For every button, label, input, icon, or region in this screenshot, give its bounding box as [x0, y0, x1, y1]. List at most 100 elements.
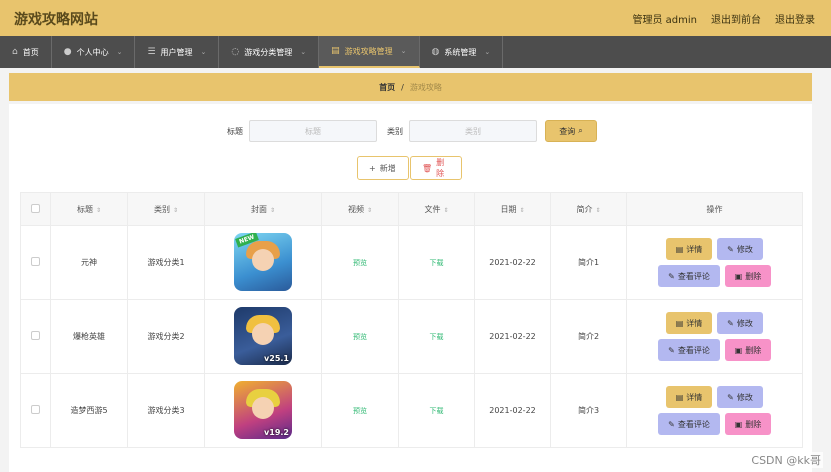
cell-video: 预览 [321, 299, 399, 374]
file-download-link[interactable]: 下载 [430, 407, 444, 415]
nav-item-personal-center[interactable]: ● 个人中心 ⌄ [52, 36, 136, 68]
col-ops: 操作 [626, 192, 803, 226]
col-file[interactable]: 文件 ⇕ [398, 192, 475, 226]
bulk-actions: + 新增 🗑 删除 [357, 156, 462, 180]
document-icon: ▤ [675, 318, 684, 328]
col-video[interactable]: 视频 ⇕ [321, 192, 399, 226]
pencil-icon: ✎ [727, 244, 734, 254]
cell-title: 爆枪英雄 [50, 299, 128, 374]
video-preview-link[interactable]: 预览 [353, 333, 367, 341]
sort-icon: ⇕ [519, 206, 525, 214]
document-icon: ▤ [675, 244, 684, 254]
delete-label: 删除 [745, 419, 762, 429]
file-download-link[interactable]: 下载 [430, 259, 444, 267]
logout-link[interactable]: 退出登录 [775, 11, 815, 26]
file-download-link[interactable]: 下载 [430, 333, 444, 341]
top-header: 游戏攻略网站 管理员 admin 退出到前台 退出登录 [0, 0, 831, 36]
row-checkbox[interactable] [31, 257, 40, 266]
sort-icon: ⇕ [95, 206, 102, 214]
back-to-front-link[interactable]: 退出到前台 [711, 11, 761, 26]
nav-item-label: 游戏分类管理 [244, 47, 293, 57]
nav-item-category-management[interactable]: ◌ 游戏分类管理 ⌄ [219, 36, 320, 68]
bulk-delete-button[interactable]: 🗑 删除 [410, 156, 462, 180]
pencil-icon: ✎ [727, 392, 734, 402]
col-cover[interactable]: 封面 ⇕ [204, 192, 322, 226]
col-date-label: 日期 [500, 204, 517, 214]
cell-file: 下载 [398, 373, 475, 448]
add-button[interactable]: + 新增 [357, 156, 409, 180]
nav-item-home[interactable]: ⌂ 首页 [0, 36, 52, 68]
row-checkbox[interactable] [31, 405, 40, 414]
detail-button[interactable]: ▤ 详情 [666, 312, 712, 334]
row-delete-button[interactable]: ▣ 删除 [725, 265, 771, 287]
sort-icon: ⇕ [595, 206, 601, 214]
edit-button[interactable]: ✎ 修改 [717, 386, 763, 408]
col-title[interactable]: 标题 ⇕ [50, 192, 128, 226]
col-intro[interactable]: 简介 ⇕ [550, 192, 627, 226]
row-select-cell [20, 225, 51, 300]
col-date[interactable]: 日期 ⇕ [474, 192, 551, 226]
cell-cover: NEW [204, 225, 322, 300]
view-comments-button[interactable]: ✎ 查看评论 [658, 413, 720, 435]
sort-icon: ⇕ [269, 206, 276, 214]
video-preview-link[interactable]: 预览 [353, 407, 367, 415]
comments-label: 查看评论 [677, 271, 710, 281]
query-button[interactable]: 查询 ⌕ [545, 120, 597, 142]
nav-item-user-management[interactable]: ☰ 用户管理 ⌄ [135, 36, 220, 68]
cover-version: v19.2 [264, 427, 289, 437]
col-category[interactable]: 类别 ⇕ [127, 192, 205, 226]
header-actions: 管理员 admin 退出到前台 退出登录 [632, 11, 815, 26]
nav-item-guide-management[interactable]: ▤ 游戏攻略管理 ⌄ [319, 36, 420, 68]
cell-file: 下载 [398, 299, 475, 374]
chevron-down-icon: ⌄ [116, 48, 123, 56]
detail-button[interactable]: ▤ 详情 [666, 238, 712, 260]
row-delete-button[interactable]: ▣ 删除 [725, 339, 771, 361]
edit-button[interactable]: ✎ 修改 [717, 312, 763, 334]
nav-item-label: 个人中心 [76, 47, 109, 57]
watermark: CSDN @kk哥 [749, 452, 823, 468]
globe-icon: ◍ [431, 47, 440, 57]
table-row: 造梦西游5 游戏分类3 v19.2 预览 下载 2021-02-22 简介3 ▤… [20, 373, 803, 448]
cell-title: 元神 [50, 225, 128, 300]
row-delete-button[interactable]: ▣ 删除 [725, 413, 771, 435]
nav-item-label: 首页 [22, 47, 39, 57]
comments-label: 查看评论 [677, 345, 710, 355]
breadcrumb-home[interactable]: 首页 [379, 82, 395, 93]
edit-button[interactable]: ✎ 修改 [717, 238, 763, 260]
col-intro-label: 简介 [576, 204, 593, 214]
row-select-cell [20, 373, 51, 448]
main-nav: ⌂ 首页 ● 个人中心 ⌄ ☰ 用户管理 ⌄ ◌ 游戏分类管理 ⌄ ▤ 游戏攻略… [0, 36, 831, 68]
row-checkbox[interactable] [31, 331, 40, 340]
detail-label: 详情 [686, 244, 703, 254]
pencil-icon: ✎ [727, 318, 734, 328]
lightbulb-icon: ◌ [231, 47, 240, 57]
cell-video: 预览 [321, 373, 399, 448]
view-comments-button[interactable]: ✎ 查看评论 [658, 265, 720, 287]
detail-button[interactable]: ▤ 详情 [666, 386, 712, 408]
video-preview-link[interactable]: 预览 [353, 259, 367, 267]
title-label: 标题 [227, 126, 243, 136]
cover-image[interactable]: NEW [234, 232, 292, 291]
cover-image[interactable]: v25.1 [234, 306, 292, 365]
trash-icon: ▣ [734, 271, 743, 281]
nav-item-label: 系统管理 [444, 47, 477, 57]
cover-image[interactable]: v19.2 [234, 380, 292, 439]
view-comments-button[interactable]: ✎ 查看评论 [658, 339, 720, 361]
select-all-cell [20, 192, 51, 226]
nav-item-system-management[interactable]: ◍ 系统管理 ⌄ [420, 36, 504, 68]
bulk-delete-label: 删除 [436, 158, 445, 178]
sort-icon: ⇕ [172, 206, 179, 214]
edit-label: 修改 [736, 392, 753, 402]
category-search-input[interactable]: 类别 [409, 120, 537, 142]
title-search-input[interactable]: 标题 [249, 120, 377, 142]
cover-art [252, 322, 274, 345]
plus-icon: + [369, 163, 376, 173]
cell-cover: v25.1 [204, 299, 322, 374]
cover-art [252, 248, 274, 271]
select-all-checkbox[interactable] [31, 203, 40, 213]
cell-date: 2021-02-22 [474, 373, 551, 448]
search-icon: ⌕ [578, 126, 583, 135]
category-label: 类别 [387, 126, 403, 136]
cell-category: 游戏分类1 [127, 225, 205, 300]
cell-date: 2021-02-22 [474, 299, 551, 374]
